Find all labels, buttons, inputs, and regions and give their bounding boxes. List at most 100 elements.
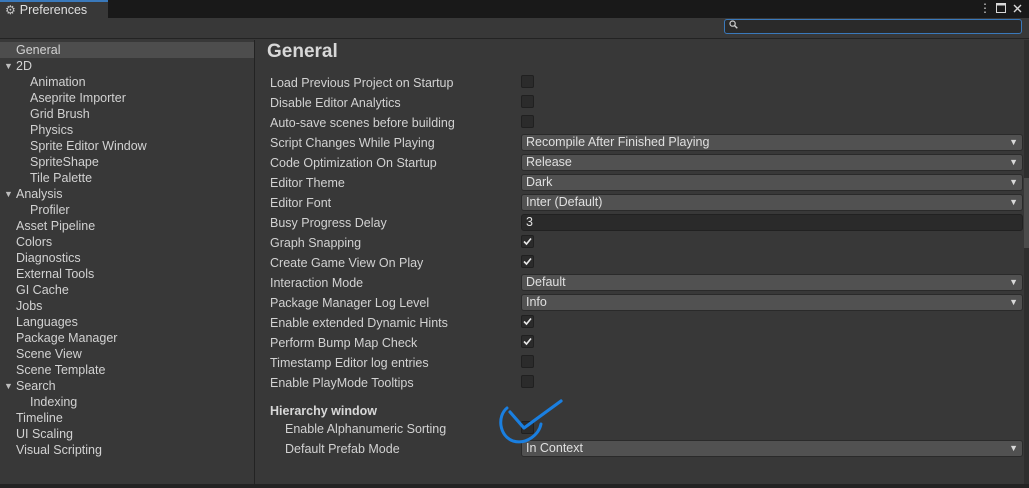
code-optimization-on-startup-dropdown[interactable]: Release ▼ xyxy=(521,154,1023,171)
sidebar-item-analysis[interactable]: ▼ Analysis xyxy=(0,186,254,202)
tab-title: Preferences xyxy=(19,3,88,17)
bottom-edge xyxy=(0,484,1029,488)
setting-label: Enable extended Dynamic Hints xyxy=(270,316,448,330)
editor-theme-dropdown[interactable]: Dark ▼ xyxy=(521,174,1023,191)
setting-label: Create Game View On Play xyxy=(270,256,424,270)
setting-label: Perform Bump Map Check xyxy=(270,336,418,350)
dropdown-value: Release xyxy=(526,155,572,169)
sidebar-item-label: Profiler xyxy=(30,203,70,217)
sidebar-item-2d[interactable]: ▼ 2D xyxy=(0,58,254,74)
kebab-menu-icon[interactable]: ⋮ xyxy=(979,0,991,16)
hierarchy-window-header: Hierarchy window xyxy=(270,404,377,418)
sidebar-item-search[interactable]: ▼ Search xyxy=(0,378,254,394)
checkmark-icon xyxy=(523,257,532,266)
search-input[interactable] xyxy=(724,19,1022,34)
setting-row-disable-editor-analytics: Disable Editor Analytics xyxy=(256,93,1029,113)
sidebar-item-animation[interactable]: Animation xyxy=(0,74,254,90)
sidebar-item-diagnostics[interactable]: Diagnostics xyxy=(0,250,254,266)
sidebar-item-label: UI Scaling xyxy=(16,427,73,441)
dropdown-value: In Context xyxy=(526,441,583,455)
triangle-down-icon[interactable]: ▼ xyxy=(4,186,13,202)
maximize-icon[interactable] xyxy=(994,0,1007,16)
close-icon[interactable] xyxy=(1010,0,1024,16)
sidebar-item-scene-view[interactable]: Scene View xyxy=(0,346,254,362)
dropdown-arrow-icon: ▼ xyxy=(1009,177,1018,187)
dropdown-arrow-icon: ▼ xyxy=(1009,197,1018,207)
package-manager-log-level-dropdown[interactable]: Info ▼ xyxy=(521,294,1023,311)
create-game-view-on-play-checkbox[interactable] xyxy=(521,255,534,268)
dropdown-arrow-icon: ▼ xyxy=(1009,277,1018,287)
sidebar-item-languages[interactable]: Languages xyxy=(0,314,254,330)
busy-progress-delay-field[interactable]: 3 xyxy=(521,214,1023,231)
checkmark-icon xyxy=(523,337,532,346)
sidebar-item-label: Indexing xyxy=(30,395,78,409)
sidebar-item-scene-template[interactable]: Scene Template xyxy=(0,362,254,378)
setting-label: Busy Progress Delay xyxy=(270,216,387,230)
sidebar-item-label: Search xyxy=(16,379,56,393)
graph-snapping-checkbox[interactable] xyxy=(521,235,534,248)
default-prefab-mode-dropdown[interactable]: In Context ▼ xyxy=(521,440,1023,457)
triangle-down-icon[interactable]: ▼ xyxy=(4,58,13,74)
setting-row-code-optimization-on-startup: Code Optimization On Startup Release ▼ xyxy=(256,153,1029,173)
enable-playmode-tooltips-checkbox[interactable] xyxy=(521,375,534,388)
sidebar-item-physics[interactable]: Physics xyxy=(0,122,254,138)
sidebar-item-label: 2D xyxy=(16,59,32,73)
window-titlebar: ⚙ Preferences ⋮ xyxy=(0,0,1029,18)
dropdown-arrow-icon: ▼ xyxy=(1009,157,1018,167)
sidebar-item-label: Colors xyxy=(16,235,53,249)
auto-save-scenes-before-building-checkbox[interactable] xyxy=(521,115,534,128)
setting-label: Editor Theme xyxy=(270,176,345,190)
sidebar-item-label: Aseprite Importer xyxy=(30,91,126,105)
sidebar-item-general[interactable]: General xyxy=(0,42,254,58)
dropdown-arrow-icon: ▼ xyxy=(1009,443,1018,453)
sidebar-item-timeline[interactable]: Timeline xyxy=(0,410,254,426)
disable-editor-analytics-checkbox[interactable] xyxy=(521,95,534,108)
dropdown-value: Dark xyxy=(526,175,553,189)
sidebar-item-indexing[interactable]: Indexing xyxy=(0,394,254,410)
sidebar-item-spriteshape[interactable]: SpriteShape xyxy=(0,154,254,170)
load-previous-project-on-startup-checkbox[interactable] xyxy=(521,75,534,88)
interaction-mode-dropdown[interactable]: Default ▼ xyxy=(521,274,1023,291)
sidebar-item-ui-scaling[interactable]: UI Scaling xyxy=(0,426,254,442)
preferences-tab[interactable]: ⚙ Preferences xyxy=(0,0,108,18)
triangle-down-icon[interactable]: ▼ xyxy=(4,378,13,394)
sidebar-item-colors[interactable]: Colors xyxy=(0,234,254,250)
sidebar-item-label: General xyxy=(16,43,61,57)
sidebar-item-tile-palette[interactable]: Tile Palette xyxy=(0,170,254,186)
sidebar-item-label: Jobs xyxy=(16,299,43,313)
sidebar-item-label: Diagnostics xyxy=(16,251,81,265)
script-changes-while-playing-dropdown[interactable]: Recompile After Finished Playing ▼ xyxy=(521,134,1023,151)
sidebar-item-sprite-editor-window[interactable]: Sprite Editor Window xyxy=(0,138,254,154)
preferences-sidebar: General ▼ 2D Animation Aseprite Importer Grid… xyxy=(0,40,255,488)
setting-label: Timestamp Editor log entries xyxy=(270,356,429,370)
setting-row-enable-extended-dynamic-hints: Enable extended Dynamic Hints xyxy=(256,313,1029,333)
setting-row-enable-playmode-tooltips: Enable PlayMode Tooltips xyxy=(256,373,1029,393)
page-title: General xyxy=(267,41,338,62)
sidebar-item-grid-brush[interactable]: Grid Brush xyxy=(0,106,254,122)
scrollbar[interactable] xyxy=(1024,40,1029,488)
enable-alphanumeric-sorting-checkbox[interactable] xyxy=(521,421,534,434)
setting-row-default-prefab-mode: Default Prefab Mode In Context ▼ xyxy=(256,439,1029,459)
setting-label: Package Manager Log Level xyxy=(270,296,430,310)
enable-extended-dynamic-hints-checkbox[interactable] xyxy=(521,315,534,328)
setting-row-timestamp-editor-log-entries: Timestamp Editor log entries xyxy=(256,353,1029,373)
perform-bump-map-check-checkbox[interactable] xyxy=(521,335,534,348)
setting-row-package-manager-log-level: Package Manager Log Level Info ▼ xyxy=(256,293,1029,313)
sidebar-item-aseprite-importer[interactable]: Aseprite Importer xyxy=(0,90,254,106)
timestamp-editor-log-entries-checkbox[interactable] xyxy=(521,355,534,368)
sidebar-item-profiler[interactable]: Profiler xyxy=(0,202,254,218)
sidebar-item-gi-cache[interactable]: GI Cache xyxy=(0,282,254,298)
scrollbar-thumb[interactable] xyxy=(1024,178,1029,248)
sidebar-item-visual-scripting[interactable]: Visual Scripting xyxy=(0,442,254,458)
sidebar-item-package-manager[interactable]: Package Manager xyxy=(0,330,254,346)
search-icon xyxy=(729,20,738,31)
sidebar-item-external-tools[interactable]: External Tools xyxy=(0,266,254,282)
dropdown-value: Recompile After Finished Playing xyxy=(526,135,710,149)
sidebar-item-jobs[interactable]: Jobs xyxy=(0,298,254,314)
sidebar-item-label: Physics xyxy=(30,123,74,137)
sidebar-item-label: Scene View xyxy=(16,347,82,361)
setting-label: Enable Alphanumeric Sorting xyxy=(285,422,447,436)
editor-font-dropdown[interactable]: Inter (Default) ▼ xyxy=(521,194,1023,211)
sidebar-item-asset-pipeline[interactable]: Asset Pipeline xyxy=(0,218,254,234)
sidebar-item-label: Grid Brush xyxy=(30,107,90,121)
